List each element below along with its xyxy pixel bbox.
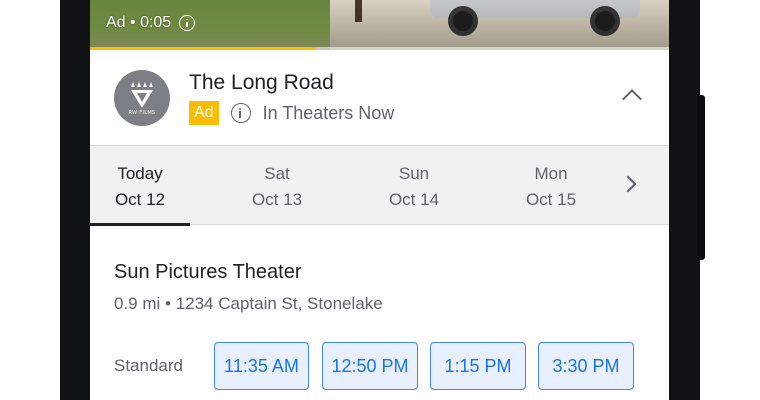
ad-timer-text: Ad • 0:05	[106, 14, 172, 31]
video-ad[interactable]: Ad • 0:05	[90, 0, 669, 50]
info-icon[interactable]	[230, 103, 251, 123]
theater-address: 0.9 mi • 1234 Captain St, Stonelake	[114, 294, 383, 313]
showtime-button[interactable]: 1:15 PM	[430, 342, 526, 390]
phone-screen: Ad • 0:05 RW FILMS The Long Road Ad In T…	[90, 0, 669, 400]
chevron-up-icon[interactable]	[622, 89, 642, 109]
tab-day: Today	[117, 164, 163, 183]
showtime-button[interactable]: 11:35 AM	[214, 342, 309, 390]
phone-side-button	[697, 95, 705, 260]
tab-date: Oct 12	[114, 190, 166, 209]
tab-day: Sat	[264, 164, 290, 183]
chevron-right-icon[interactable]	[619, 175, 637, 193]
theater-card: Sun Pictures Theater 0.9 mi • 1234 Capta…	[90, 225, 669, 400]
tab-today[interactable]: Today Oct 12	[90, 146, 190, 226]
tab-date: Oct 14	[388, 190, 440, 209]
movie-header: RW FILMS The Long Road Ad In Theaters No…	[90, 50, 669, 145]
logo-triangles	[130, 82, 154, 88]
movie-meta: Ad In Theaters Now	[189, 101, 394, 125]
format-label: Standard	[114, 356, 183, 375]
theater-name[interactable]: Sun Pictures Theater	[114, 261, 302, 284]
date-tabs: Today Oct 12 Sat Oct 13 Sun Oct 14 Mon O…	[90, 145, 669, 226]
showtime-button[interactable]: 12:50 PM	[322, 342, 418, 390]
release-status: In Theaters Now	[262, 102, 395, 123]
tab-day: Sun	[398, 164, 430, 183]
tab-sun[interactable]: Sun Oct 14	[364, 146, 464, 225]
studio-logo: RW FILMS	[114, 70, 170, 126]
tab-sat[interactable]: Sat Oct 13	[227, 146, 327, 225]
movie-title: The Long Road	[189, 71, 334, 94]
tab-date: Oct 13	[251, 190, 303, 209]
ad-timer: Ad • 0:05	[106, 14, 196, 32]
logo-text: RW FILMS	[128, 110, 156, 116]
tab-date: Oct 15	[525, 190, 577, 209]
ad-badge: Ad	[189, 101, 219, 125]
showtime-button[interactable]: 3:30 PM	[538, 342, 634, 390]
info-icon[interactable]	[179, 15, 196, 31]
tab-day: Mon	[534, 164, 568, 183]
tab-mon[interactable]: Mon Oct 15	[501, 146, 601, 225]
